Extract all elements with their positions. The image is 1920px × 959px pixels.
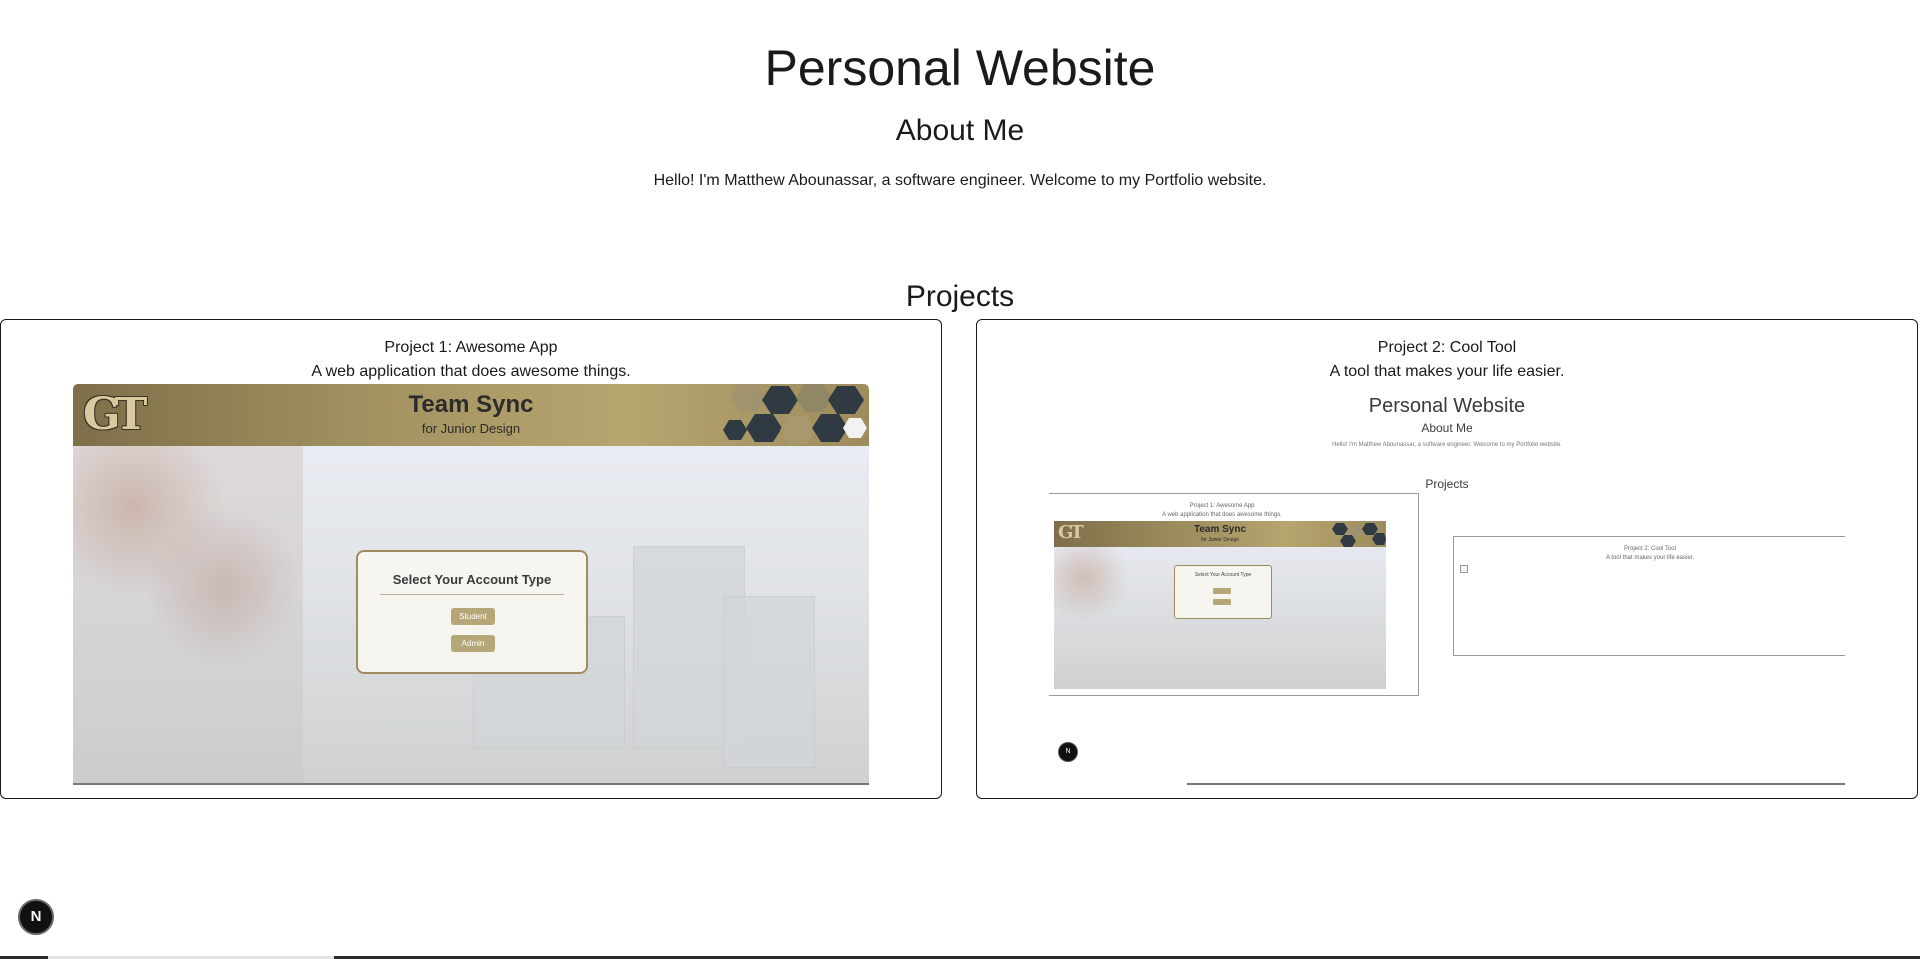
about-text: Hello! I'm Matthew Abounassar, a softwar… (653, 172, 1267, 189)
about-heading: About Me (895, 114, 1025, 147)
project-description: A web application that does awesome thin… (311, 363, 631, 380)
account-type-dialog: Select Your Account Type (1174, 565, 1272, 619)
preview-bottom-bar (73, 783, 869, 785)
hexagon-pattern-icon (723, 384, 867, 444)
account-type-dialog: Select Your Account Type Student Admin (356, 550, 588, 674)
admin-button[interactable]: Admin (451, 635, 495, 652)
preview-about-text: Hello! I'm Matthew Abounassar, a softwar… (1332, 442, 1562, 448)
preview-site-title: Personal Website (1368, 395, 1526, 417)
project-card-2[interactable]: Project 2: Cool Tool A tool that makes y… (976, 319, 1918, 799)
project-description: A tool that makes your life easier. (1329, 363, 1565, 380)
preview-projects-heading: Projects (1425, 477, 1469, 491)
preview-bottom-bar (1187, 783, 1845, 785)
project-title: Project 1: Awesome App (384, 339, 558, 356)
dialog-title: Select Your Account Type (392, 572, 552, 587)
dialog-title: Select Your Account Type (1194, 572, 1252, 578)
preview-card-description: A web application that does awesome thin… (1162, 512, 1282, 518)
nextjs-icon[interactable]: N (18, 899, 54, 935)
preview-project-card: Project 1: Awesome App A web application… (1049, 493, 1419, 696)
project-preview-image[interactable]: GT Team Sync for Junior Design Select Yo (73, 384, 869, 785)
nextjs-icon: N (1058, 742, 1078, 762)
preview-card-description: A tool that makes your life easier. (1605, 555, 1695, 561)
preview-background: Select Your Account Type (1054, 547, 1386, 689)
page-title: Personal Website (764, 40, 1156, 96)
preview-about-heading: About Me (1421, 421, 1473, 435)
project-title: Project 2: Cool Tool (1377, 339, 1517, 356)
preview-mini-screenshot: GT Team Sync for Junior Design Select Yo… (1054, 521, 1386, 689)
project-preview-image[interactable]: Personal Website About Me Hello! I'm Mat… (1049, 384, 1845, 785)
autumn-tree (73, 446, 303, 785)
hexagon-pattern-icon (1332, 523, 1386, 547)
admin-button (1213, 599, 1231, 605)
student-button (1213, 588, 1231, 594)
project-card-1[interactable]: Project 1: Awesome App A web application… (0, 319, 942, 799)
preview-project-card: Project 2: Cool Tool A tool that makes y… (1453, 536, 1845, 656)
preview-banner: GT Team Sync for Junior Design (1054, 521, 1386, 547)
preview-card-title: Project 1: Awesome App (1189, 503, 1255, 509)
autumn-tree (1054, 547, 1154, 689)
broken-image-icon (1460, 565, 1468, 573)
projects-heading: Projects (905, 280, 1015, 313)
preview-background: Select Your Account Type Student Admin (73, 446, 869, 785)
preview-card-title: Project 2: Cool Tool (1624, 546, 1676, 552)
divider (380, 594, 564, 595)
building (723, 596, 815, 768)
preview-banner: GT Team Sync for Junior Design (73, 384, 869, 446)
student-button[interactable]: Student (451, 608, 495, 625)
